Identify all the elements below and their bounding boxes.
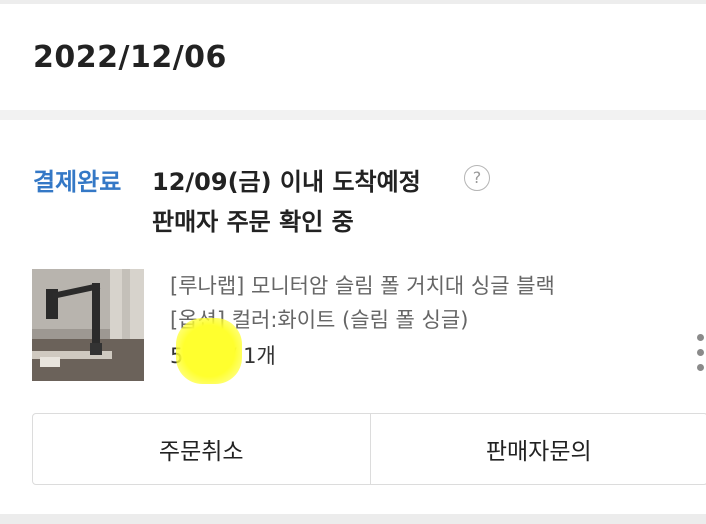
order-card: 결제완료 12/09(금) 이내 도착예정 ? 판매자 주문 확인 중 [루나랩… xyxy=(0,120,706,514)
bottom-separator xyxy=(0,514,706,524)
order-date-header: 2022/12/06 xyxy=(0,4,706,110)
vertical-ellipsis-icon[interactable] xyxy=(694,332,706,372)
section-divider xyxy=(0,110,706,120)
cancel-order-button[interactable]: 주문취소 xyxy=(33,414,370,484)
arrival-estimate: 12/09(금) 이내 도착예정 xyxy=(152,168,421,196)
seller-inquiry-button[interactable]: 판매자문의 xyxy=(369,414,706,484)
product-thumbnail[interactable] xyxy=(32,269,144,381)
product-name[interactable]: [루나랩] 모니터암 슬림 폴 거치대 싱글 블랙 xyxy=(170,270,555,300)
order-date: 2022/12/06 xyxy=(33,40,227,75)
payment-status-label: 결제완료 xyxy=(33,168,122,196)
question-circle-icon[interactable]: ? xyxy=(464,165,490,191)
order-action-buttons: 주문취소 판매자문의 xyxy=(32,413,706,485)
price-highlight-mark xyxy=(176,318,242,384)
seller-confirm-status: 판매자 주문 확인 중 xyxy=(152,208,354,236)
